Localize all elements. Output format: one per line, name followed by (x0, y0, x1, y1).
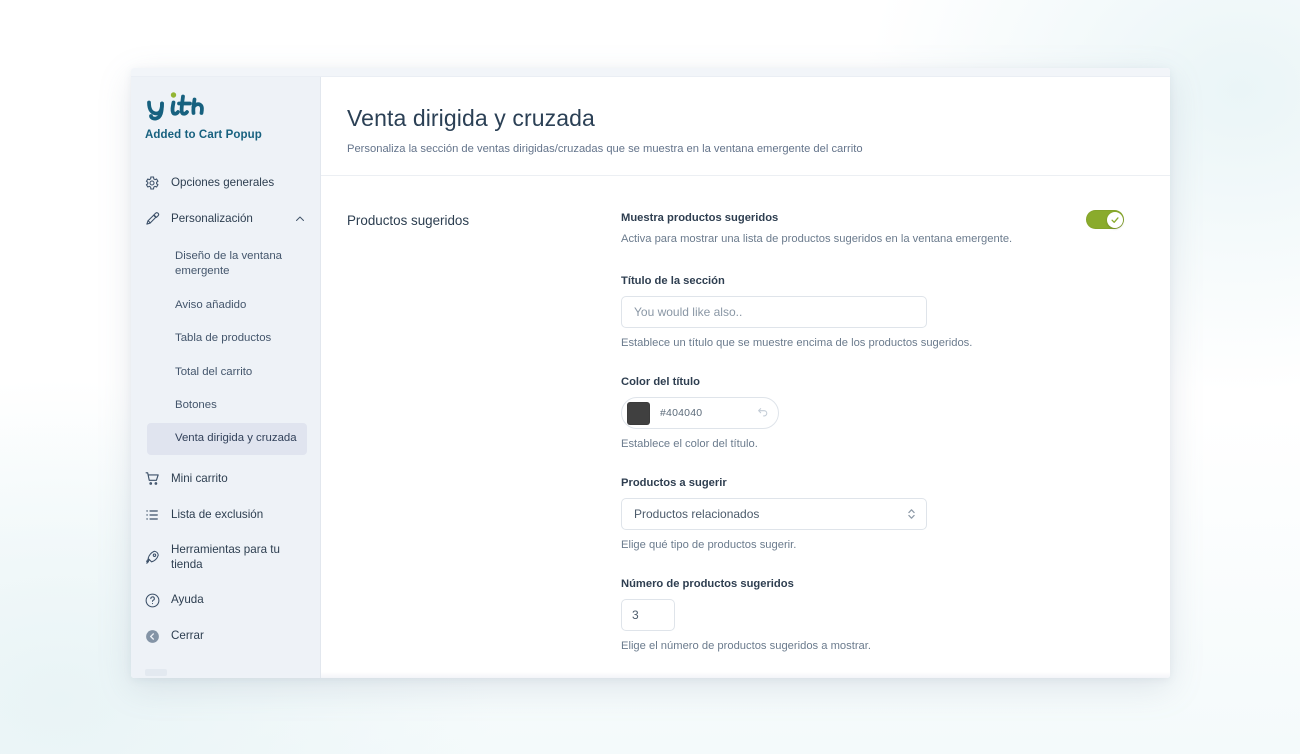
sidebar-item-label: Mini carrito (171, 471, 228, 485)
yith-logo-icon (145, 91, 207, 121)
field-label: Número de productos sugeridos (621, 578, 794, 590)
field-help: Establece el color del título. (621, 438, 758, 450)
sidebar-subitem-total-del-carrito[interactable]: Total del carrito (147, 357, 307, 388)
section-title: Productos sugeridos (347, 213, 470, 228)
field-label: Productos a sugerir (621, 477, 727, 489)
sidebar-item-label: Opciones generales (171, 176, 275, 190)
sidebar-item-ayuda[interactable]: Ayuda (131, 582, 320, 618)
sidebar-item-opciones-generales[interactable]: Opciones generales (131, 165, 320, 201)
chevron-up-icon (294, 213, 306, 225)
field-help: Establece un título que se muestre encim… (621, 337, 973, 349)
field-section-title: Título de la sección Establece un título… (621, 275, 1124, 349)
sidebar: Added to Cart Popup Opciones generales P… (131, 77, 321, 678)
plugin-name: Added to Cart Popup (145, 129, 262, 141)
panel-left-column: Productos sugeridos (347, 212, 603, 672)
select-value: Productos relacionados (634, 507, 760, 521)
toggle-knob (1106, 211, 1123, 228)
rocket-icon (143, 548, 161, 566)
window-body: Added to Cart Popup Opciones generales P… (131, 77, 1170, 678)
window-top-bar (131, 68, 1170, 77)
field-show-suggested-products: Muestra productos sugeridos Activa para … (621, 210, 1124, 245)
sidebar-subitem-diseno-ventana-emergente[interactable]: Diseño de la ventana emergente (147, 241, 307, 288)
page-subtitle: Personaliza la sección de ventas dirigid… (347, 143, 863, 155)
sidebar-item-label: Personalización (171, 212, 253, 226)
sidebar-subitem-aviso-anadido[interactable]: Aviso añadido (147, 290, 307, 321)
question-circle-icon (143, 591, 161, 609)
undo-arrow-icon[interactable] (756, 406, 770, 420)
field-help: Elige qué tipo de productos sugerir. (621, 539, 797, 551)
content-area: Venta dirigida y cruzada Personaliza la … (321, 77, 1170, 678)
color-swatch[interactable] (627, 401, 650, 425)
sidebar-subitem-venta-dirigida-y-cruzada[interactable]: Venta dirigida y cruzada (147, 423, 307, 455)
cart-icon (143, 470, 161, 488)
eyedropper-icon (143, 210, 161, 228)
sidebar-item-herramientas-para-tu-tienda[interactable]: Herramientas para tu tienda (131, 533, 320, 582)
field-number-of-products: Número de productos sugeridos Elige el n… (621, 578, 1124, 652)
sidebar-item-label: Ayuda (171, 593, 204, 607)
field-title-color: Color del título #404040 Establece el co… (621, 376, 1124, 450)
sidebar-bottom-partial (145, 669, 167, 676)
sidebar-item-label: Herramientas para tu tienda (171, 542, 280, 572)
show-suggested-products-toggle[interactable] (1086, 210, 1124, 229)
content-header: Venta dirigida y cruzada Personaliza la … (321, 77, 1170, 176)
settings-panel: Productos sugeridos Muestra productos su… (321, 176, 1170, 672)
field-products-to-suggest: Productos a sugerir Productos relacionad… (621, 477, 1124, 551)
sidebar-subnav: Diseño de la ventana emergente Aviso aña… (131, 237, 320, 461)
sidebar-item-label: Cerrar (171, 629, 204, 643)
number-of-products-input[interactable] (621, 599, 675, 631)
color-hex-value: #404040 (660, 407, 703, 419)
sidebar-item-mini-carrito[interactable]: Mini carrito (131, 461, 320, 497)
gear-icon (143, 174, 161, 192)
panel-right-column: Muestra productos sugeridos Activa para … (621, 210, 1130, 672)
content-bottom-partial (321, 672, 1170, 678)
brand-block: Added to Cart Popup (131, 77, 320, 141)
sidebar-nav: Opciones generales Personalización Diseñ… (131, 165, 320, 654)
section-title-input[interactable] (621, 296, 927, 328)
sidebar-item-label: Lista de exclusión (171, 507, 264, 521)
field-help: Activa para mostrar una lista de product… (621, 233, 1013, 245)
sidebar-item-personalizacion[interactable]: Personalización (131, 201, 320, 237)
app-window: Added to Cart Popup Opciones generales P… (131, 68, 1170, 678)
field-label: Muestra productos sugeridos (621, 212, 779, 224)
sidebar-subitem-botones[interactable]: Botones (147, 390, 307, 421)
products-to-suggest-select[interactable]: Productos relacionados (621, 498, 927, 530)
field-label: Título de la sección (621, 275, 725, 287)
sidebar-subitem-tabla-de-productos[interactable]: Tabla de productos (147, 323, 307, 354)
back-circle-icon (143, 627, 161, 645)
sidebar-item-lista-de-exclusion[interactable]: Lista de exclusión (131, 497, 320, 533)
page-title: Venta dirigida y cruzada (347, 105, 595, 131)
field-label: Color del título (621, 376, 700, 388)
title-color-picker[interactable]: #404040 (621, 397, 779, 429)
list-icon (143, 506, 161, 524)
sidebar-item-cerrar[interactable]: Cerrar (131, 618, 320, 654)
field-help: Elige el número de productos sugeridos a… (621, 640, 871, 652)
